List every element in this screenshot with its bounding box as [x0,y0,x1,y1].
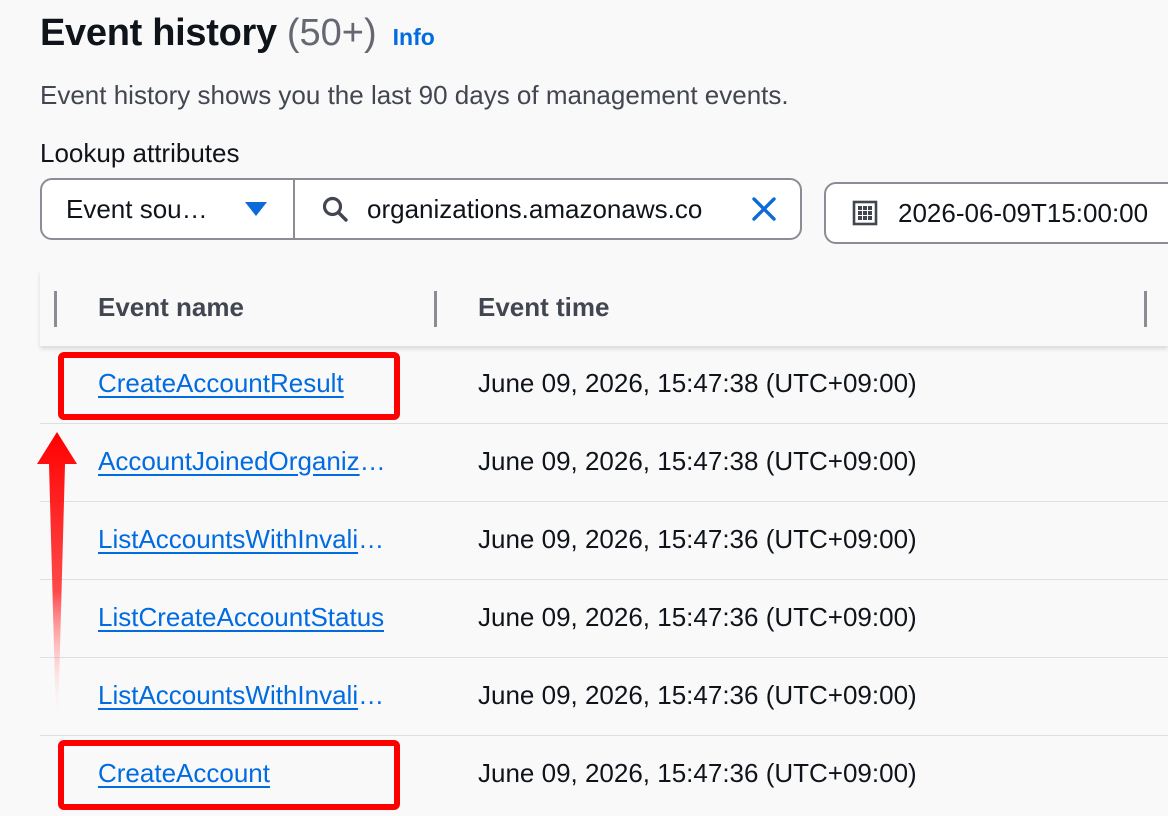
column-resizer[interactable] [1144,291,1147,327]
lookup-attribute-select[interactable]: Event sou… [42,180,295,238]
lookup-attributes-label: Lookup attributes [40,138,240,168]
clear-icon[interactable] [750,195,778,223]
page-description: Event history shows you the last 90 days… [40,80,789,110]
event-name-link[interactable]: AccountJoinedOrganization [98,446,398,477]
event-time: June 09, 2026, 15:47:38 (UTC+09:00) [478,446,917,476]
lookup-filter: Event sou… [40,178,802,240]
date-range-filter[interactable]: 2026-06-09T15:00:00 [824,182,1168,244]
lookup-value-input[interactable] [367,193,736,225]
table-row: ListAccountsWithInvalidEffectivePolicy J… [40,658,1168,736]
table-row: CreateAccount June 09, 2026, 15:47:36 (U… [40,736,1168,814]
caret-down-icon [245,202,267,216]
date-range-value: 2026-06-09T15:00:00 [898,197,1149,228]
column-header-event-name[interactable]: Event name [98,292,244,323]
event-count: (50+) [286,12,377,54]
event-table-body: CreateAccountResult June 09, 2026, 15:47… [40,346,1168,814]
event-history-page: Event history (50+) Info Event history s… [0,0,1168,816]
event-time: June 09, 2026, 15:47:38 (UTC+09:00) [478,368,917,398]
lookup-attribute-value: Event sou… [66,193,208,224]
event-name-link[interactable]: CreateAccountResult [98,368,344,399]
event-time: June 09, 2026, 15:47:36 (UTC+09:00) [478,758,917,788]
event-name-link[interactable]: ListAccountsWithInvalidEffectivePolicy [98,524,398,555]
page-header: Event history (50+) Info [40,12,435,55]
lookup-value-box [295,180,800,238]
column-resizer[interactable] [434,291,437,327]
info-link[interactable]: Info [393,24,435,51]
event-name-link[interactable]: CreateAccount [98,758,270,789]
table-row: ListAccountsWithInvalidEffectivePolicy J… [40,502,1168,580]
table-row: ListCreateAccountStatus June 09, 2026, 1… [40,580,1168,658]
event-name-link[interactable]: ListAccountsWithInvalidEffectivePolicy [98,680,398,711]
event-time: June 09, 2026, 15:47:36 (UTC+09:00) [478,602,917,632]
event-time: June 09, 2026, 15:47:36 (UTC+09:00) [478,680,917,710]
table-row: AccountJoinedOrganization June 09, 2026,… [40,424,1168,502]
column-header-event-time[interactable]: Event time [478,292,610,323]
column-divider [54,291,57,327]
event-time: June 09, 2026, 15:47:36 (UTC+09:00) [478,524,917,554]
table-header: Event name Event time [40,270,1168,346]
event-name-link[interactable]: ListCreateAccountStatus [98,602,384,633]
calendar-icon [852,200,878,226]
search-icon [322,196,348,222]
page-title: Event history [40,12,277,54]
table-row: CreateAccountResult June 09, 2026, 15:47… [40,346,1168,424]
